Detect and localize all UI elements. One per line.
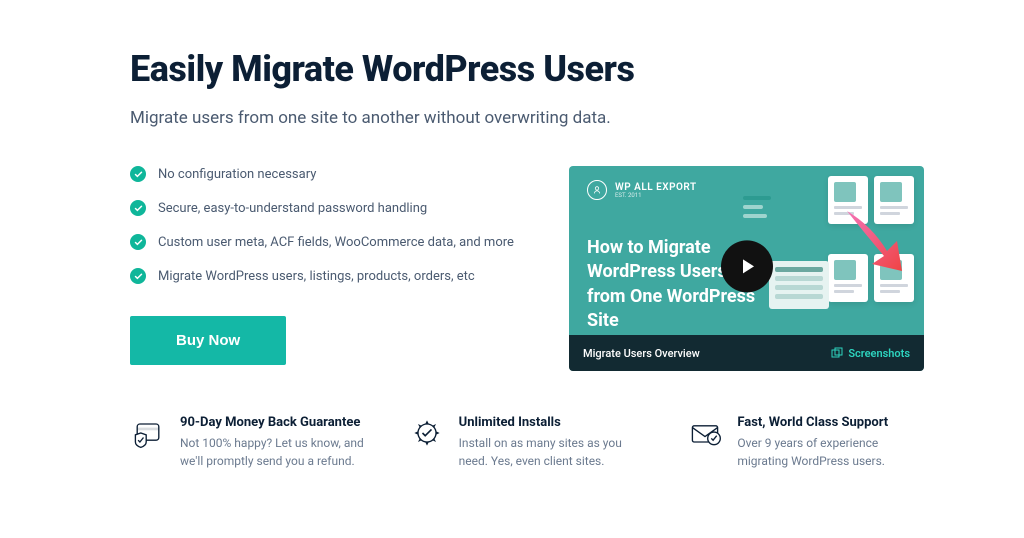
feature-list: No configuration necessary Secure, easy-…	[130, 166, 529, 284]
screenshots-link[interactable]: Screenshots	[831, 347, 910, 360]
list-item: Migrate WordPress users, listings, produ…	[130, 268, 529, 284]
check-icon	[130, 200, 146, 216]
benefit-title: Fast, World Class Support	[737, 415, 924, 430]
screenshots-icon	[831, 347, 843, 359]
benefit-item: Unlimited Installs Install on as many si…	[409, 415, 646, 470]
page-subtitle: Migrate users from one site to another w…	[130, 108, 924, 128]
benefit-item: Fast, World Class Support Over 9 years o…	[687, 415, 924, 470]
check-icon	[130, 234, 146, 250]
check-icon	[130, 166, 146, 182]
benefit-desc: Not 100% happy? Let us know, and we'll p…	[180, 434, 367, 470]
feature-text: Migrate WordPress users, listings, produ…	[158, 269, 475, 284]
check-icon	[130, 268, 146, 284]
benefit-desc: Install on as many sites as you need. Ye…	[459, 434, 646, 470]
gear-check-icon	[409, 415, 445, 451]
envelope-check-icon	[687, 415, 723, 451]
video-bar-title: Migrate Users Overview	[583, 347, 700, 360]
benefit-desc: Over 9 years of experience migrating Wor…	[737, 434, 924, 470]
list-item: Custom user meta, ACF fields, WooCommerc…	[130, 234, 529, 250]
feature-text: Secure, easy-to-understand password hand…	[158, 201, 427, 216]
feature-text: No configuration necessary	[158, 167, 316, 182]
play-button[interactable]	[721, 240, 773, 292]
arrow-icon	[842, 206, 912, 276]
wallet-shield-icon	[130, 415, 166, 451]
list-item: No configuration necessary	[130, 166, 529, 182]
benefit-title: Unlimited Installs	[459, 415, 646, 430]
page-title: Easily Migrate WordPress Users	[130, 48, 924, 90]
video-thumbnail[interactable]: WP ALL EXPORT EST. 2011 How to Migrate W…	[569, 166, 924, 371]
screenshots-label: Screenshots	[848, 347, 910, 360]
benefit-title: 90-Day Money Back Guarantee	[180, 415, 367, 430]
brand-subtitle: EST. 2011	[615, 192, 697, 199]
feature-text: Custom user meta, ACF fields, WooCommerc…	[158, 235, 514, 250]
benefit-item: 90-Day Money Back Guarantee Not 100% hap…	[130, 415, 367, 470]
list-item: Secure, easy-to-understand password hand…	[130, 200, 529, 216]
video-illustration	[749, 176, 924, 331]
buy-now-button[interactable]: Buy Now	[130, 316, 286, 365]
benefits-row: 90-Day Money Back Guarantee Not 100% hap…	[130, 415, 924, 470]
brand-logo-icon	[587, 180, 607, 200]
